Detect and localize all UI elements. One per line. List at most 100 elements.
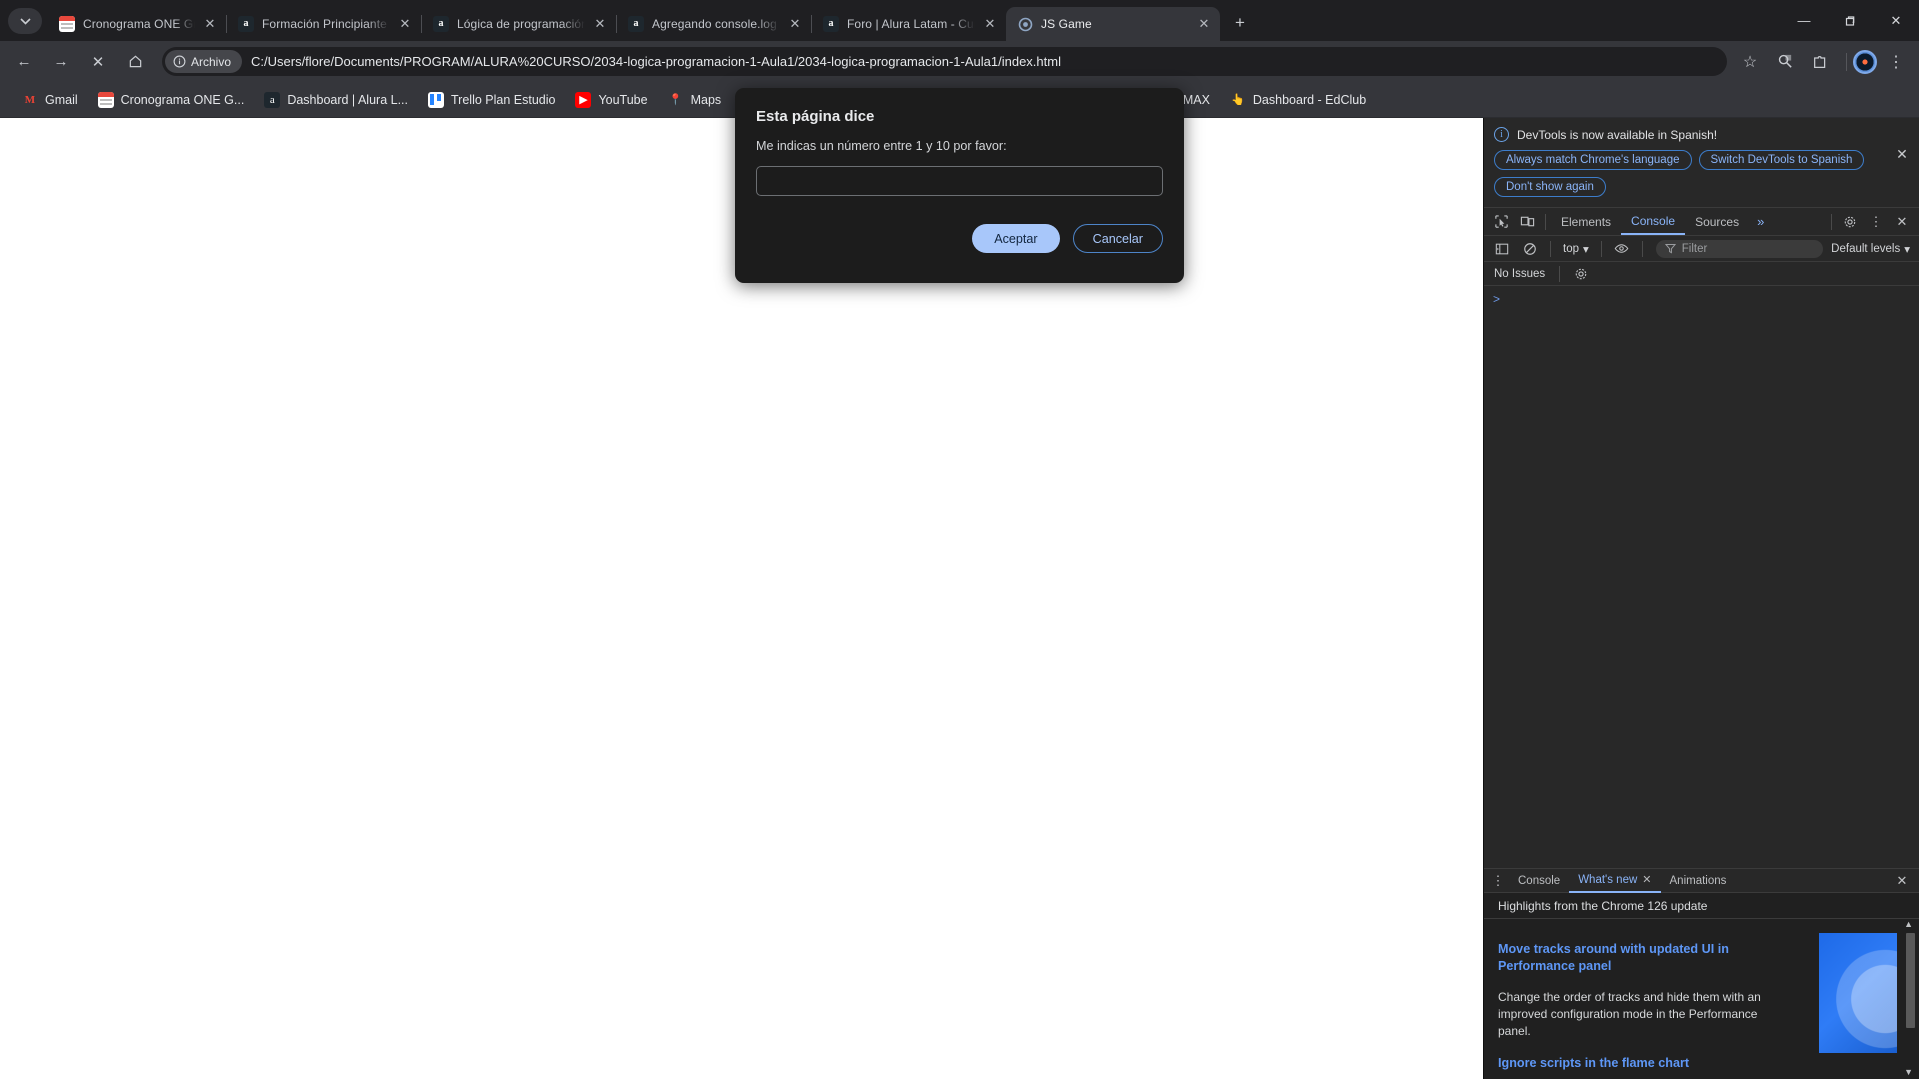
console-context-selector[interactable]: top ▾ — [1558, 242, 1594, 256]
browser-tab-active[interactable]: JS Game ✕ — [1006, 7, 1220, 41]
drawer-close-button[interactable]: ✕ — [1889, 868, 1915, 894]
switch-devtools-to-spanish-button[interactable]: Switch DevTools to Spanish — [1698, 150, 1865, 170]
window-controls: — ✕ — [1781, 0, 1919, 41]
no-issues-label[interactable]: No Issues — [1494, 268, 1545, 280]
console-toolbar-divider — [1550, 240, 1551, 257]
bookmark-item[interactable]: 👆 Dashboard - EdClub — [1222, 88, 1374, 112]
live-expressions-eye-icon[interactable] — [1609, 236, 1635, 262]
calendar-icon — [97, 91, 114, 108]
drawer-more-button[interactable]: ⋮ — [1487, 868, 1509, 894]
gear-icon[interactable] — [1574, 267, 1588, 281]
browser-tab[interactable]: a Foro | Alura Latam - Cursos onli ✕ — [812, 7, 1006, 41]
whats-new-entry-description: Change the order of tracks and hide them… — [1498, 990, 1761, 1038]
bookmark-item[interactable]: M Gmail — [14, 88, 86, 112]
devtools-tabs-overflow-icon[interactable]: » — [1749, 214, 1772, 229]
search-labs-icon[interactable] — [1770, 47, 1800, 77]
tab-close-button[interactable]: ✕ — [785, 14, 805, 34]
youtube-icon: ▶ — [575, 91, 592, 108]
trello-icon — [428, 91, 444, 108]
console-filter-input[interactable]: Filter — [1655, 239, 1824, 258]
devtools-more-button[interactable]: ⋮ — [1863, 209, 1889, 235]
devtools-close-button[interactable]: ✕ — [1889, 209, 1915, 235]
file-scheme-badge[interactable]: Archivo — [165, 50, 243, 73]
dialog-message: Me indicas un número entre 1 y 10 por fa… — [756, 139, 1007, 153]
browser-tab[interactable]: a Lógica de programación: sumér ✕ — [422, 7, 616, 41]
console-toolbar: top ▾ Filter Default levels ▾ — [1484, 236, 1919, 262]
clear-console-icon[interactable] — [1517, 236, 1543, 262]
scroll-up-arrow[interactable]: ▲ — [1904, 919, 1913, 929]
back-button[interactable]: ← — [9, 47, 39, 77]
url-text: C:/Users/flore/Documents/PROGRAM/ALURA%2… — [251, 54, 1061, 69]
scroll-down-arrow[interactable]: ▼ — [1904, 1067, 1913, 1077]
dialog-buttons: Aceptar Cancelar — [756, 224, 1163, 253]
console-toolbar-divider — [1600, 240, 1602, 257]
filter-funnel-icon — [1664, 243, 1676, 254]
drawer-tab-label: What's new — [1578, 873, 1638, 886]
drawer-tab-console[interactable]: Console — [1509, 869, 1569, 893]
devtools-tab-console[interactable]: Console — [1621, 208, 1686, 235]
window-close-button[interactable]: ✕ — [1873, 0, 1919, 41]
device-toolbar-icon[interactable] — [1514, 209, 1540, 235]
tab-search-button[interactable] — [8, 8, 42, 34]
always-match-chrome-language-button[interactable]: Always match Chrome's language — [1494, 150, 1692, 170]
devtools-drawer-tabbar: ⋮ Console What's new ✕ Animations ✕ — [1484, 868, 1919, 893]
extensions-puzzle-icon[interactable] — [1805, 47, 1835, 77]
window-maximize-button[interactable] — [1827, 0, 1873, 41]
dont-show-again-button[interactable]: Don't show again — [1494, 177, 1606, 197]
dialog-input[interactable] — [756, 166, 1163, 196]
bookmark-item[interactable]: Cronograma ONE G... — [90, 88, 253, 112]
chrome-menu-button[interactable]: ⋮ — [1881, 47, 1911, 77]
tab-close-button[interactable]: ✕ — [590, 14, 610, 34]
whats-new-scrollbar[interactable]: ▲ ▼ — [1904, 919, 1915, 1079]
bookmark-item[interactable]: ▶ YouTube — [567, 88, 655, 112]
bookmark-label: Dashboard | Alura L... — [287, 92, 408, 107]
devtools-tab-sources[interactable]: Sources — [1685, 208, 1749, 235]
alura-icon: a — [433, 16, 449, 32]
address-bar[interactable]: Archivo C:/Users/flore/Documents/PROGRAM… — [162, 47, 1727, 76]
tab-close-button[interactable]: ✕ — [395, 14, 415, 34]
whats-new-entry-title[interactable]: Move tracks around with updated UI in Pe… — [1498, 941, 1768, 975]
tab-close-button[interactable]: ✕ — [1194, 14, 1214, 34]
bookmark-star-button[interactable]: ☆ — [1735, 47, 1765, 77]
chevron-down-icon: ▾ — [1904, 243, 1910, 256]
new-tab-button[interactable]: + — [1226, 9, 1254, 37]
console-prompt-row[interactable]: > — [1484, 292, 1919, 306]
tab-strip: Cronograma ONE Grupo 7 - Eta ✕ a Formaci… — [0, 0, 1919, 41]
console-levels-selector[interactable]: Default levels ▾ — [1831, 242, 1914, 256]
profile-avatar[interactable] — [1853, 49, 1877, 74]
forward-button[interactable]: → — [46, 47, 76, 77]
browser-tab[interactable]: a Agregando console.log | Lógica ✕ — [617, 7, 811, 41]
drawer-tab-whats-new[interactable]: What's new ✕ — [1569, 869, 1661, 893]
issues-divider — [1559, 265, 1561, 282]
inspect-cursor-icon[interactable] — [1488, 209, 1514, 235]
window-minimize-button[interactable]: — — [1781, 0, 1827, 41]
banner-close-button[interactable]: ✕ — [1893, 145, 1911, 163]
bookmark-item[interactable]: 📍 Maps — [660, 88, 730, 112]
drawer-tab-close-icon[interactable]: ✕ — [1642, 873, 1651, 886]
tab-close-button[interactable]: ✕ — [980, 14, 1000, 34]
dialog-cancel-button[interactable]: Cancelar — [1072, 224, 1163, 253]
console-output-area[interactable]: > — [1484, 286, 1919, 864]
drawer-tab-animations[interactable]: Animations — [1661, 869, 1736, 893]
info-icon: i — [1494, 127, 1509, 142]
browser-tab[interactable]: a Formación Principiante en Prog ✕ — [227, 7, 421, 41]
gear-icon[interactable] — [1837, 209, 1863, 235]
home-icon — [129, 55, 141, 68]
devtools-tab-elements[interactable]: Elements — [1551, 208, 1621, 235]
bookmark-item[interactable]: a Dashboard | Alura L... — [256, 88, 416, 112]
tab-close-button[interactable]: ✕ — [200, 14, 220, 34]
console-context-label: top — [1563, 242, 1579, 255]
stop-loading-button[interactable]: ✕ — [83, 47, 113, 77]
chevron-down-icon: ▾ — [1583, 243, 1589, 256]
edclub-icon: 👆 — [1231, 94, 1245, 106]
bookmark-item[interactable]: Trello Plan Estudio — [420, 88, 563, 112]
scrollbar-thumb[interactable] — [1906, 933, 1915, 1028]
whats-new-entry-title-2[interactable]: Ignore scripts in the flame chart — [1498, 1056, 1899, 1070]
tab-title: Cronograma ONE Grupo 7 - Eta — [83, 17, 195, 31]
dialog-accept-button[interactable]: Aceptar — [972, 224, 1060, 253]
browser-tab[interactable]: Cronograma ONE Grupo 7 - Eta ✕ — [48, 7, 226, 41]
chevron-down-icon — [19, 17, 31, 25]
home-button[interactable] — [120, 47, 150, 77]
console-levels-label: Default levels — [1831, 242, 1901, 255]
console-sidebar-icon[interactable] — [1489, 236, 1515, 262]
